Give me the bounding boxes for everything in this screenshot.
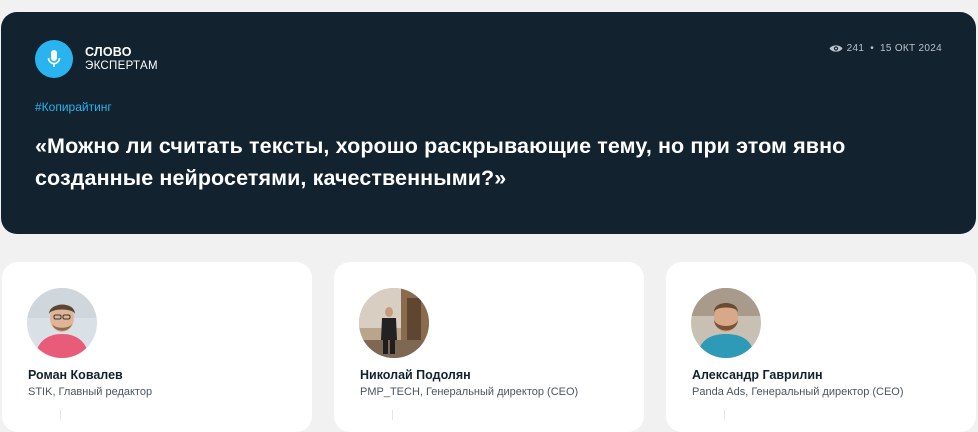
expert-card[interactable]: Николай Подолян PMP_TECH, Генеральный ди… [334, 262, 644, 432]
expert-card[interactable]: Роман Ковалев STIK, Главный редактор [2, 262, 312, 432]
article-hero: СЛОВО ЭКСПЕРТАМ 241 • 15 ОКТ 2024 #Копир… [1, 12, 976, 234]
expert-name: Александр Гаврилин [692, 368, 823, 382]
expert-role: STIK, Главный редактор [28, 386, 153, 398]
expert-card[interactable]: Александр Гаврилин Panda Ads, Генеральны… [666, 262, 976, 432]
brand-logo[interactable]: СЛОВО ЭКСПЕРТАМ [35, 40, 158, 78]
eye-icon [829, 44, 843, 53]
publish-date: 15 ОКТ 2024 [880, 43, 942, 54]
expert-role: Panda Ads, Генеральный директор (CEO) [692, 386, 904, 398]
expert-name: Роман Ковалев [28, 368, 123, 382]
brand-name-line1: СЛОВО [85, 45, 132, 59]
article-meta: 241 • 15 ОКТ 2024 [829, 43, 942, 54]
avatar [359, 288, 429, 358]
expert-name: Николай Подолян [360, 368, 471, 382]
meta-separator: • [870, 43, 875, 54]
view-count: 241 [846, 43, 865, 54]
brand-name-line2: ЭКСПЕРТАМ [85, 60, 158, 72]
microphone-icon [35, 40, 73, 78]
topic-tag-link[interactable]: #Копирайтинг [35, 100, 112, 114]
expert-role: PMP_TECH, Генеральный директор (CEO) [360, 386, 579, 398]
avatar [691, 288, 761, 358]
page-title: «Можно ли считать тексты, хорошо раскрыв… [35, 134, 846, 190]
avatar [27, 288, 97, 358]
